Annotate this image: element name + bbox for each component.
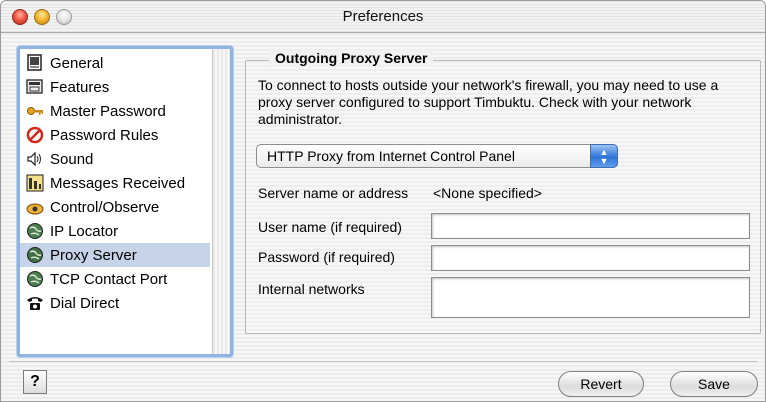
proxy-description: To connect to hosts outside your network… — [258, 77, 719, 127]
server-label: Server name or address — [258, 185, 409, 201]
globe-icon — [26, 222, 44, 240]
username-field[interactable] — [431, 213, 750, 239]
globe-icon — [26, 270, 44, 288]
sidebar-item-label: General — [50, 54, 104, 72]
sidebar-item-general[interactable]: General — [20, 51, 210, 75]
eye-icon — [26, 198, 44, 216]
sidebar-item-label: Messages Received — [50, 174, 186, 192]
preferences-window: Preferences General Features Master Pass… — [0, 0, 766, 402]
key-icon — [26, 102, 44, 120]
sidebar-item-label: IP Locator — [50, 222, 119, 240]
sidebar-item-label: Password Rules — [50, 126, 159, 144]
sidebar-item-control-observe[interactable]: Control/Observe — [20, 195, 210, 219]
sidebar-scrollbar[interactable] — [212, 49, 230, 354]
telephone-icon — [26, 294, 44, 312]
proxy-type-value: HTTP Proxy from Internet Control Panel — [267, 148, 515, 164]
speaker-icon — [26, 150, 44, 168]
sidebar-item-proxy-server[interactable]: Proxy Server — [20, 243, 210, 267]
popup-arrows-icon: ▲ ▼ — [590, 144, 618, 168]
footer-divider — [9, 361, 757, 362]
save-button[interactable]: Save — [670, 371, 758, 397]
proxy-type-popup[interactable]: HTTP Proxy from Internet Control Panel ▲… — [256, 144, 618, 168]
sidebar-item-label: Sound — [50, 150, 94, 168]
sidebar-item-sound[interactable]: Sound — [20, 147, 210, 171]
sidebar-item-label: Dial Direct — [50, 294, 120, 312]
sidebar-item-password-rules[interactable]: Password Rules — [20, 123, 210, 147]
password-field[interactable] — [431, 245, 750, 271]
server-value: <None specified> — [433, 185, 542, 201]
sidebar-item-label: Proxy Server — [50, 246, 137, 264]
sidebar-item-label: Features — [50, 78, 110, 96]
globe-icon — [26, 246, 44, 264]
username-label: User name (if required) — [258, 219, 402, 235]
title-bar[interactable]: Preferences — [1, 1, 765, 33]
sidebar-item-label: TCP Contact Port — [50, 270, 168, 288]
sidebar-item-dial-direct[interactable]: Dial Direct — [20, 291, 210, 315]
revert-button[interactable]: Revert — [558, 371, 644, 397]
sidebar-item-tcp-contact-port[interactable]: TCP Contact Port — [20, 267, 210, 291]
sidebar-item-master-password[interactable]: Master Password — [20, 99, 210, 123]
sidebar-item-label: Control/Observe — [50, 198, 160, 216]
messages-icon — [26, 174, 44, 192]
sidebar-item-label: Master Password — [50, 102, 166, 120]
help-button[interactable]: ? — [23, 370, 47, 394]
features-icon — [26, 78, 44, 96]
internal-networks-field[interactable] — [431, 277, 750, 318]
sidebar-item-messages-received[interactable]: Messages Received — [20, 171, 210, 195]
window-title: Preferences — [342, 8, 424, 25]
sidebar-item-features[interactable]: Features — [20, 75, 210, 99]
password-label: Password (if required) — [258, 249, 395, 265]
preferences-category-list[interactable]: General Features Master Password Passwor… — [17, 46, 233, 357]
prohibited-icon — [26, 126, 44, 144]
sidebar-item-ip-locator[interactable]: IP Locator — [20, 219, 210, 243]
group-title: Outgoing Proxy Server — [269, 50, 434, 66]
general-icon — [26, 54, 44, 72]
internal-networks-label: Internal networks — [258, 281, 365, 297]
